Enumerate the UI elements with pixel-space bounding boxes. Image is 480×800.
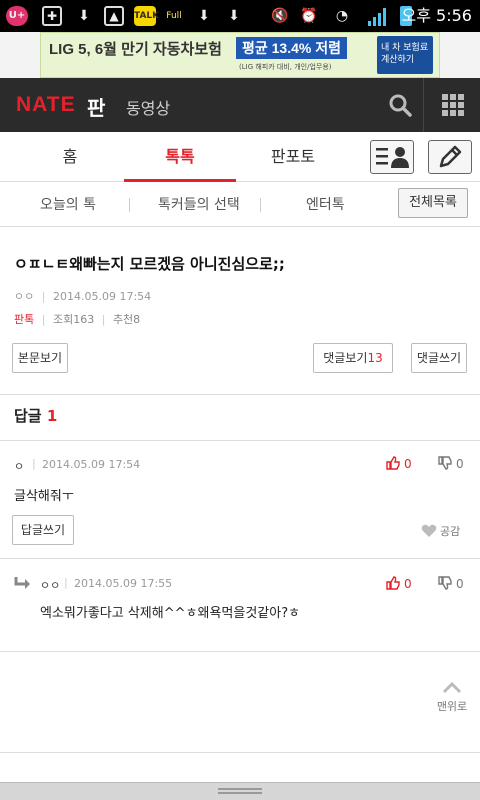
nate-logo[interactable]: NATE	[16, 93, 76, 117]
sub-tabs: 오늘의 톡 톡커들의 선택 엔터톡 전체목록	[0, 182, 480, 227]
post-title: ㅇㅍㄴㅌ왜빠는지 모르겠음 아니진심으로;;	[14, 255, 285, 273]
comment-date: 2014.05.09 17:54	[42, 458, 141, 471]
thumbs-up-icon[interactable]	[386, 575, 400, 594]
video-link[interactable]: 동영상	[126, 95, 170, 119]
post-date: 2014.05.09 17:54	[52, 290, 152, 303]
mute-icon: 🔇	[271, 8, 289, 24]
subtab-talkers-choice[interactable]: 톡커들의 선택	[158, 194, 240, 214]
post-meta: ㅇㅇ | 2014.05.09 17:54	[14, 290, 152, 303]
ad-headline: LIG 5, 6월 만기 자동차보험	[49, 41, 222, 58]
tab-panphoto[interactable]: 판포토	[258, 132, 328, 182]
download-icon: ⬇	[228, 8, 240, 24]
search-icon	[389, 94, 412, 117]
divider	[0, 651, 480, 652]
pan-logo[interactable]: 판	[87, 92, 105, 121]
write-button[interactable]	[428, 140, 472, 174]
comment-count: 13	[367, 351, 383, 365]
download-icon: ⬇	[198, 8, 210, 24]
post-recommend: 추천8	[112, 313, 141, 326]
reply-arrow-icon	[14, 575, 32, 594]
download-icon: ⬇	[78, 8, 90, 24]
subtab-enter-talk[interactable]: 엔터톡	[306, 194, 345, 214]
signal-icon	[368, 8, 388, 26]
pencil-icon	[439, 145, 462, 168]
to-top-label: 맨위로	[436, 700, 468, 713]
comment-item-reply: ㅇㅇ | 2014.05.09 17:55 0 0 엑소뭐가좋다고 삭제해^^ㅎ…	[0, 559, 480, 651]
clock: 오후 5:56	[401, 6, 472, 25]
post-views: 조회163	[52, 313, 95, 326]
grid-icon	[442, 94, 464, 116]
view-comments-button[interactable]: 댓글보기13	[313, 343, 393, 373]
subtab-today-talk[interactable]: 오늘의 톡	[40, 194, 96, 214]
ad-cta-button[interactable]: 내 차 보험료 계산하기	[377, 36, 433, 74]
thumbs-down-icon[interactable]	[438, 455, 452, 474]
view-comments-label: 댓글보기	[323, 351, 368, 365]
my-page-button[interactable]	[370, 140, 414, 174]
menu-grid-button[interactable]	[426, 78, 480, 132]
all-list-button[interactable]: 전체목록	[398, 188, 468, 218]
alarm-icon: ⏰	[300, 8, 318, 24]
add-notification-icon: ✚	[42, 6, 62, 26]
separator	[129, 198, 130, 212]
separator	[260, 198, 261, 212]
comment-item: ㅇ | 2014.05.09 17:54 0 0 글삭해줘ㅜ 답글쓰기 공감	[0, 441, 480, 558]
ad-area: LIG 5, 6월 만기 자동차보험 평균 13.4% 저렴 (LIG 해피카 …	[0, 32, 480, 78]
heart-icon[interactable]	[421, 523, 437, 542]
divider	[0, 394, 480, 395]
status-bar: U+ ✚ ⬇ ▲ TALK Full ⬇ ⬇ 🔇 ⏰ ◔ 오후 5:56	[0, 0, 480, 32]
comment-date: 2014.05.09 17:55	[74, 577, 173, 590]
write-comment-button[interactable]: 댓글쓰기	[411, 343, 467, 373]
app-header: NATE 판 동영상	[0, 78, 480, 132]
replies-header: 답글 1	[14, 405, 57, 426]
comment-author: ㅇ	[14, 460, 25, 473]
tab-home[interactable]: 홈	[40, 132, 100, 182]
ad-subtext: (LIG 해피카 대비, 개인/업무용)	[239, 63, 332, 71]
replies-label: 답글	[14, 407, 42, 425]
ad-badge: 평균 13.4% 저렴	[236, 37, 347, 59]
user-list-icon	[376, 147, 409, 168]
thumbs-down-icon[interactable]	[438, 575, 452, 594]
kakaotalk-icon: TALK	[134, 6, 159, 26]
post-stats: 판톡 | 조회163 | 추천8	[14, 313, 141, 326]
wifi-icon: ◔	[335, 8, 349, 24]
view-body-button[interactable]: 본문보기	[12, 343, 68, 373]
full-icon: Full	[166, 11, 182, 21]
search-button[interactable]	[376, 78, 424, 132]
reply-write-button[interactable]: 답글쓰기	[12, 515, 74, 545]
divider	[0, 752, 480, 753]
uplus-icon: U+	[6, 6, 28, 26]
downvote-count: 0	[456, 457, 464, 471]
post-author: ㅇㅇ	[14, 290, 35, 303]
comment-body: 글삭해줘ㅜ	[14, 489, 74, 504]
chevron-up-icon	[442, 682, 462, 694]
post-category[interactable]: 판톡	[14, 313, 34, 326]
upvote-count: 0	[404, 577, 412, 591]
downvote-count: 0	[456, 577, 464, 591]
thumbs-up-icon[interactable]	[386, 455, 400, 474]
like-label[interactable]: 공감	[440, 523, 460, 539]
scroll-to-top-button[interactable]: 맨위로	[424, 682, 480, 714]
ad-banner[interactable]: LIG 5, 6월 만기 자동차보험 평균 13.4% 저렴 (LIG 해피카 …	[40, 32, 440, 78]
image-icon: ▲	[104, 6, 124, 26]
bottom-handle-bar[interactable]	[0, 782, 480, 800]
comment-author: ㅇㅇ	[40, 579, 61, 592]
upvote-count: 0	[404, 457, 412, 471]
tab-toktok[interactable]: 톡톡	[124, 132, 236, 182]
comment-body: 엑소뭐가좋다고 삭제해^^ㅎ왜욕먹을것같아?ㅎ	[40, 606, 301, 621]
replies-count: 1	[46, 407, 58, 425]
main-tabs: 홈 톡톡 판포토	[0, 132, 480, 182]
